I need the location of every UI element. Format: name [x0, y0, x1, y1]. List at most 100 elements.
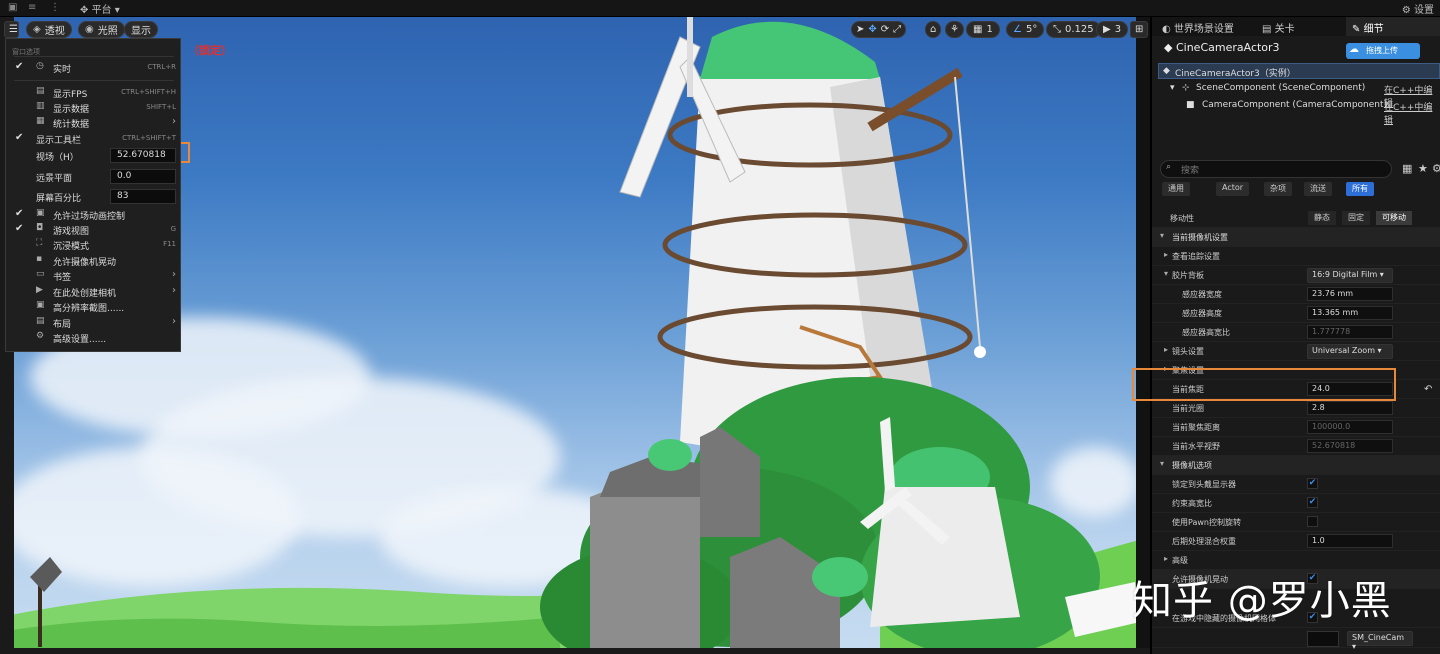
- menu-item-show-toolbar[interactable]: ✔ 显示工具栏 CTRL+SHIFT+T: [6, 131, 182, 146]
- globe-icon: ⌂: [930, 24, 937, 35]
- viewport-options-button[interactable]: ☰: [4, 21, 19, 38]
- menu-item-show-fps[interactable]: ▤ 显示FPS CTRL+SHIFT+H: [6, 85, 182, 100]
- table-view-icon[interactable]: ▦: [1402, 162, 1412, 175]
- row-label: 使用Pawn控制旋转: [1172, 518, 1241, 527]
- mobility-static[interactable]: 静态: [1308, 211, 1336, 225]
- tab-world-settings[interactable]: ◐ 世界场景设置: [1156, 17, 1240, 36]
- chevron-down-icon: ▾: [1160, 459, 1165, 468]
- details-search-input[interactable]: ⌕ 搜索: [1160, 160, 1392, 178]
- viewport-bottom-edge: [0, 648, 1150, 654]
- transform-tools[interactable]: ➤ ✥ ⟳ ⤢: [851, 21, 907, 38]
- menu-item-create-camera[interactable]: ▶ 在此处创建相机 ›: [6, 284, 182, 299]
- scale-icon[interactable]: ⤢: [893, 24, 901, 35]
- settings-button[interactable]: ⚙ 设置: [1402, 1, 1434, 16]
- component-tree: ◆ CineCameraActor3（实例） ▾ ⊹ SceneComponen…: [1158, 63, 1440, 126]
- menu-item-camera-shake[interactable]: ▪ 允许摄像机晃动: [6, 253, 182, 268]
- tab-levels[interactable]: ▤ 关卡: [1256, 17, 1301, 36]
- menu-item-stats[interactable]: ▦ 统计数据 ›: [6, 115, 182, 130]
- row-lookat[interactable]: ▸ 查看追踪设置: [1152, 247, 1440, 266]
- focus-distance-input: 100000.0: [1307, 420, 1393, 434]
- fov-label: 视场（H）: [36, 153, 79, 163]
- edit-in-cpp-link[interactable]: 在C++中编辑: [1384, 100, 1440, 126]
- bookmark-icon: ▭: [36, 269, 45, 279]
- fov-input[interactable]: 52.670818: [110, 148, 176, 163]
- lock-hmd-checkbox[interactable]: ✔: [1307, 478, 1318, 489]
- menu-item-shortcut: G: [170, 225, 176, 233]
- surface-snap-button[interactable]: ⚘: [945, 21, 964, 38]
- menu-item-shortcut: CTRL+R: [147, 63, 176, 71]
- menu-item-bookmarks[interactable]: ▭ 书签 ›: [6, 268, 182, 283]
- sensor-height-input[interactable]: 13.365 mm: [1307, 306, 1393, 320]
- menu-item-cinematic-control[interactable]: ✔ ▣ 允许过场动画控制: [6, 207, 182, 222]
- menu-item-realtime[interactable]: ✔ ◷ 实时 CTRL+R: [6, 60, 182, 75]
- grid-snap-button[interactable]: ▦ 1: [966, 21, 1000, 38]
- menu-item-layout[interactable]: ▤ 布局 ›: [6, 315, 182, 330]
- list-icon[interactable]: ≡: [28, 2, 40, 14]
- mesh-dropdown[interactable]: SM_CineCam ▾: [1347, 631, 1413, 651]
- far-plane-input[interactable]: 0.0: [110, 169, 176, 184]
- menu-item-high-res-screenshot[interactable]: ▣ 高分辨率截图......: [6, 299, 182, 314]
- maximize-viewport-button[interactable]: ⊞: [1130, 21, 1149, 38]
- upload-button[interactable]: ☁ 拖拽上传: [1346, 43, 1420, 59]
- perspective-button[interactable]: ◈ 透视: [26, 21, 72, 38]
- tree-row-scene-component[interactable]: ▾ ⊹ SceneComponent (SceneComponent) 在C++…: [1158, 81, 1440, 109]
- section-current-camera[interactable]: ▾ 当前摄像机设置: [1152, 228, 1440, 247]
- tab-details[interactable]: ✎ 细节: [1346, 17, 1440, 36]
- section-label: 当前摄像机设置: [1172, 233, 1228, 242]
- row-label: 查看追踪设置: [1172, 252, 1220, 261]
- filter-actor[interactable]: Actor: [1216, 182, 1250, 196]
- top-menu-strip: ▣ ≡ ⋮ ✥ 平台 ▾ ⚙ 设置: [0, 0, 1440, 17]
- row-lock-hmd: 锁定到头戴显示器 ✔: [1152, 475, 1440, 494]
- reset-icon[interactable]: ↶: [1424, 384, 1432, 395]
- tree-label: CineCameraActor3（实例）: [1175, 69, 1296, 79]
- lighting-button[interactable]: ◉ 光照: [78, 21, 125, 38]
- show-button[interactable]: 显示: [124, 21, 158, 38]
- settings-icon[interactable]: ⚙: [1432, 162, 1440, 175]
- tree-expand-icon[interactable]: ▾: [1170, 83, 1175, 93]
- cube-icon: ◈: [33, 24, 41, 35]
- globe-icon: ◐: [1162, 24, 1171, 35]
- mode-menu-label: 平台: [91, 5, 112, 16]
- tree-row-actor[interactable]: ◆ CineCameraActor3（实例）: [1158, 63, 1440, 79]
- more-icon[interactable]: ⋮: [50, 2, 62, 14]
- use-pawn-checkbox[interactable]: [1307, 516, 1318, 527]
- rotate-icon[interactable]: ⟳: [881, 24, 889, 35]
- row-use-pawn: 使用Pawn控制旋转: [1152, 513, 1440, 532]
- row-label: 感应器高宽比: [1182, 328, 1230, 337]
- lens-dropdown[interactable]: Universal Zoom ▾: [1307, 344, 1393, 359]
- menu-item-show-data[interactable]: ▥ 显示数据 SHIFT+L: [6, 100, 182, 115]
- menu-item-immersive[interactable]: ⛶ 沉浸模式 F11: [6, 237, 182, 252]
- tree-row-camera-component[interactable]: ■ CameraComponent (CameraComponent) 在C++…: [1158, 98, 1440, 126]
- mobility-stationary[interactable]: 固定: [1342, 211, 1370, 225]
- camera-speed-button[interactable]: ▶ 3: [1096, 21, 1129, 38]
- constrain-ratio-checkbox[interactable]: ✔: [1307, 497, 1318, 508]
- section-camera-options[interactable]: ▾ 摄像机选项: [1152, 456, 1440, 475]
- filter-misc[interactable]: 杂项: [1264, 182, 1292, 196]
- square-icon[interactable]: ▣: [8, 2, 20, 14]
- screen-percentage-input[interactable]: 83: [110, 189, 176, 204]
- filter-general[interactable]: 通用: [1162, 182, 1190, 196]
- mode-menu[interactable]: ✥ 平台 ▾: [80, 1, 120, 16]
- scale-snap-button[interactable]: ⤡ 0.125: [1046, 21, 1101, 38]
- row-sensor-width: 感应器宽度 23.76 mm: [1152, 285, 1440, 304]
- move-icon[interactable]: ✥: [868, 24, 876, 35]
- aperture-input[interactable]: 2.8: [1307, 401, 1393, 415]
- star-icon[interactable]: ★: [1418, 162, 1428, 175]
- chevron-down-icon[interactable]: ▾: [1164, 269, 1168, 278]
- row-focus-distance: 当前聚焦距离 100000.0: [1152, 418, 1440, 437]
- angle-snap-button[interactable]: ∠ 5°: [1006, 21, 1045, 38]
- film-icon: ▣: [36, 208, 45, 218]
- screenshot-icon: ▣: [36, 300, 45, 310]
- fps-icon: ▤: [36, 86, 45, 96]
- pp-weight-input[interactable]: 1.0: [1307, 534, 1393, 548]
- cloud-icon: ☁: [1349, 44, 1359, 55]
- filter-streaming[interactable]: 流送: [1304, 182, 1332, 196]
- menu-item-game-view[interactable]: ✔ ◘ 游戏视图 G: [6, 222, 182, 237]
- sensor-width-input[interactable]: 23.76 mm: [1307, 287, 1393, 301]
- chevron-right-icon[interactable]: ▸: [1164, 345, 1168, 354]
- select-icon[interactable]: ➤: [856, 24, 864, 35]
- menu-item-advanced-settings[interactable]: ⚙ 高级设置......: [6, 330, 182, 345]
- filmback-dropdown[interactable]: 16:9 Digital Film ▾: [1307, 268, 1393, 283]
- mobility-movable[interactable]: 可移动: [1376, 211, 1412, 225]
- filter-all[interactable]: 所有: [1346, 182, 1374, 196]
